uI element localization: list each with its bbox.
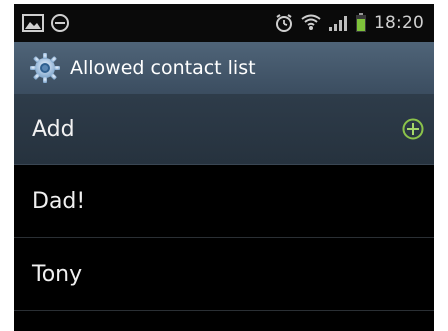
alarm-icon — [274, 13, 294, 33]
status-right-icons: 18:20 — [274, 12, 424, 34]
title-bar: Allowed contact list — [14, 42, 434, 94]
list-item[interactable]: Dad! — [14, 165, 434, 238]
signal-icon — [328, 14, 348, 32]
list-item[interactable]: Tony — [14, 238, 434, 311]
gear-icon[interactable] — [28, 51, 62, 85]
contact-name: Tony — [32, 261, 83, 287]
add-contact-row[interactable]: Add — [14, 94, 434, 165]
picture-icon — [22, 14, 44, 32]
add-label: Add — [32, 116, 75, 142]
battery-icon — [355, 13, 367, 33]
contact-list: Dad! Tony — [14, 165, 434, 311]
contact-name: Dad! — [32, 188, 86, 214]
minus-circle-icon — [50, 13, 70, 33]
phone-screen: 18:20 Allowed contact list Add Dad! Tony — [14, 4, 434, 331]
page-title: Allowed contact list — [70, 57, 256, 79]
status-bar: 18:20 — [14, 4, 434, 42]
add-circle-icon[interactable] — [402, 118, 424, 140]
status-left-icons — [22, 13, 70, 33]
status-time: 18:20 — [374, 13, 424, 33]
wifi-icon — [301, 14, 321, 32]
